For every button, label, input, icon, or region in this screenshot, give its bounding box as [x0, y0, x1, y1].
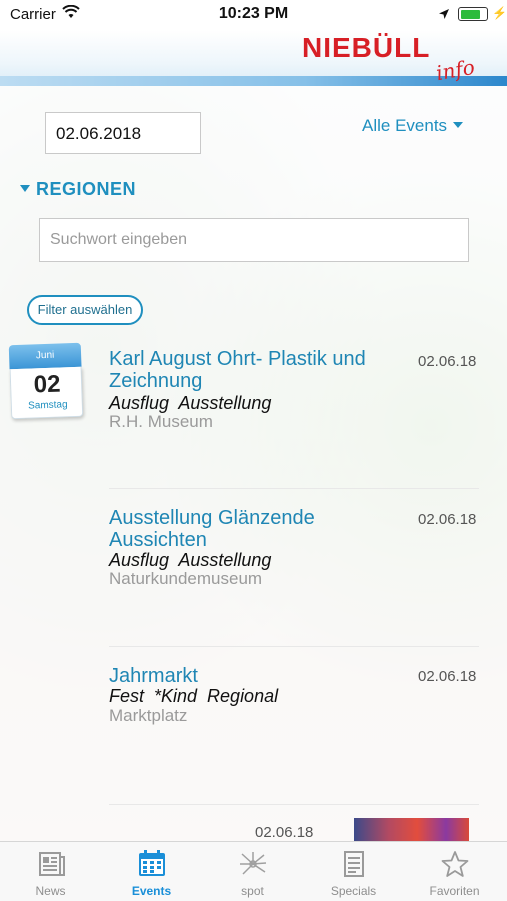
calendar-icon	[137, 850, 167, 878]
event-location: Naturkundemuseum	[109, 569, 263, 588]
event-location: Marktplatz	[109, 706, 188, 725]
events-type-label: Alle Events	[362, 116, 448, 135]
logo-brand-text: NIEBÜLL	[302, 32, 431, 63]
newspaper-icon	[36, 850, 66, 878]
event-date: 02.06.18	[255, 824, 314, 841]
event-date: 02.06.18	[418, 668, 477, 685]
calendar-body: 02 Samstag	[9, 366, 84, 420]
tab-label: Favoriten	[429, 884, 480, 898]
regions-label: REGIONEN	[36, 179, 137, 199]
list-divider	[109, 646, 479, 647]
event-categories: Fest *Kind Regional	[109, 686, 279, 706]
tab-favorites[interactable]: Favoriten	[404, 842, 505, 901]
app-header: NIEBÜLL info	[0, 30, 507, 86]
tab-specials[interactable]: Specials	[303, 842, 404, 901]
event-title: Karl August Ohrt- Plastik und Zeichnung	[109, 348, 366, 392]
list-divider	[109, 488, 479, 489]
specials-list-icon	[339, 850, 369, 878]
niebuell-logo: NIEBÜLL info	[300, 30, 500, 90]
calendar-badge: Juni 02 Samstag	[8, 342, 84, 420]
list-divider	[109, 804, 479, 805]
events-type-dropdown[interactable]: Alle Events	[362, 116, 464, 136]
charging-icon: ⚡	[492, 6, 507, 20]
disclosure-triangle-icon	[20, 185, 30, 192]
tab-bar: News Events spot Specials Favoriten	[0, 841, 507, 901]
tab-news[interactable]: News	[0, 842, 101, 901]
location-arrow-icon	[438, 7, 450, 25]
event-title: Ausstellung Glänzende Aussichten	[109, 507, 315, 551]
tab-label: Specials	[330, 884, 377, 898]
calendar-day: 02	[33, 370, 61, 399]
star-icon	[440, 850, 470, 878]
tab-label: Events	[131, 884, 172, 898]
tab-label: spot	[241, 884, 264, 898]
battery-fill	[460, 9, 481, 19]
status-bar: Carrier 10:23 PM ⚡	[0, 0, 507, 30]
event-date: 02.06.18	[418, 511, 477, 528]
tab-label: News	[35, 884, 66, 898]
logo-sub-text: info	[434, 54, 477, 86]
calendar-weekday: Samstag	[27, 399, 68, 412]
filter-button[interactable]: Filter auswählen	[27, 295, 143, 325]
event-categories: Ausflug Ausstellung	[109, 550, 272, 570]
tab-events[interactable]: Events	[101, 842, 202, 901]
tab-spot[interactable]: spot	[202, 842, 303, 901]
event-location: R.H. Museum	[109, 412, 213, 431]
event-title: Jahrmarkt	[109, 665, 198, 687]
spot-icon	[238, 850, 268, 878]
event-date: 02.06.18	[418, 353, 477, 370]
clock: 10:23 PM	[218, 5, 289, 22]
chevron-down-icon	[453, 122, 464, 128]
regions-toggle[interactable]: REGIONEN	[20, 179, 136, 200]
event-categories: Ausflug Ausstellung	[109, 393, 272, 413]
date-field[interactable]: 02.06.2018	[45, 112, 201, 154]
calendar-month: Juni	[8, 342, 82, 370]
battery-icon	[458, 7, 488, 21]
search-input[interactable]	[39, 218, 469, 262]
event-thumbnail[interactable]	[354, 818, 469, 842]
